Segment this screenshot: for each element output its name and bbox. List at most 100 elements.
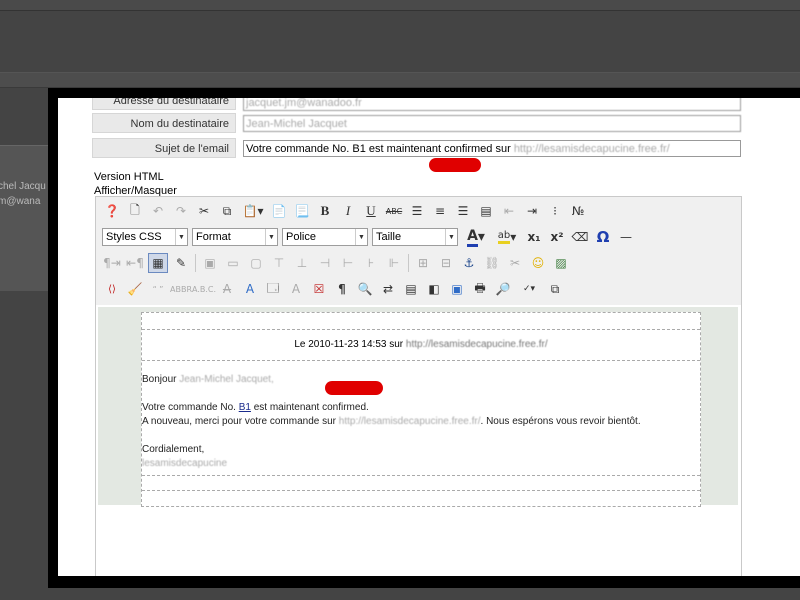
background-name-text: chel Jacqu	[0, 181, 46, 192]
recipient-address-field[interactable]: jacquet.jm@wanadoo.fr	[243, 98, 741, 111]
order-line-suffix: est maintenant confirmed.	[253, 402, 369, 413]
insert-row-before-icon[interactable]: ⊤	[269, 253, 289, 273]
paste-icon[interactable]: 📋▾	[240, 201, 266, 221]
delete-col-icon[interactable]: ⊩	[384, 253, 404, 273]
bold-icon[interactable]: B	[315, 201, 335, 221]
paste-word-icon[interactable]: 📃	[292, 201, 312, 221]
html-version-link[interactable]: Version HTML	[94, 170, 177, 184]
help-icon[interactable]: ❓	[102, 201, 122, 221]
align-center-icon[interactable]: ≡	[430, 201, 450, 221]
show-blocks-icon[interactable]: ¶	[332, 279, 352, 299]
strikethrough-icon[interactable]: ABC	[384, 201, 404, 221]
underline-icon[interactable]: U	[361, 201, 381, 221]
insert-row-after-icon[interactable]: ⊥	[292, 253, 312, 273]
undo-icon[interactable]: ↶	[148, 201, 168, 221]
align-left-icon[interactable]: ☰	[407, 201, 427, 221]
visual-aid-icon[interactable]: ⧉	[545, 279, 565, 299]
new-document-icon[interactable]: 🗋	[125, 201, 145, 221]
unlink-icon[interactable]: ✂	[505, 253, 525, 273]
rich-text-editor: ❓ 🗋 ↶ ↷ ✂ ⧉ 📋▾ 📄 📃 B I U ABC ☰ ≡ ☰ ▤ ⇤ ⇥…	[95, 196, 742, 576]
email-modal: Adresse du destinataire jacquet.jm@wanad…	[48, 88, 800, 588]
message-body: Bonjour Jean-Michel Jacquet, Votre comma…	[142, 373, 692, 471]
image-icon[interactable]: ▨	[551, 253, 571, 273]
spellcheck-icon[interactable]: ✓▾	[516, 279, 542, 299]
ins-icon[interactable]: A	[240, 279, 260, 299]
acronym-icon[interactable]: A.B.C.	[192, 279, 216, 299]
closing-line: Cordialement,	[142, 444, 205, 455]
special-char-icon[interactable]: Ω	[593, 227, 613, 247]
anchor-icon[interactable]: ⚓	[459, 253, 479, 273]
merge-cells-icon[interactable]: ⊟	[436, 253, 456, 273]
order-line: Votre commande No. B1 est maintenant con…	[142, 401, 692, 415]
insert-col-after-icon[interactable]: ⊦	[361, 253, 381, 273]
code-icon[interactable]: ⟨⟩	[102, 279, 122, 299]
cite-icon[interactable]: A	[286, 279, 306, 299]
editor-content-area[interactable]: Le 2010-11-23 14:53 sur http://lesamisde…	[96, 305, 741, 576]
fullscreen-icon[interactable]: ▣	[447, 279, 467, 299]
size-select[interactable]: Taille ▼	[372, 228, 458, 246]
del-icon[interactable]: A	[217, 279, 237, 299]
toolbar-row-4: ⟨⟩ 🧹 “ ” ABBR A.B.C. A A 🗔 A ☒ ¶ 🔍 ⇄ ▤ ◧…	[102, 277, 568, 301]
red-annotation-mark-body	[325, 381, 383, 395]
thanks-line: A nouveau, merci pour votre commande sur…	[142, 415, 692, 429]
outdent-icon[interactable]: ⇤	[499, 201, 519, 221]
rtl-icon[interactable]: ⇤¶	[125, 253, 145, 273]
format-select[interactable]: Format ▼	[192, 228, 278, 246]
delete-row-icon[interactable]: ⊣	[315, 253, 335, 273]
insert-col-before-icon[interactable]: ⊢	[338, 253, 358, 273]
subject-field[interactable]: Votre commande No. B1 est maintenant con…	[243, 140, 741, 157]
split-cells-icon[interactable]: ⊞	[413, 253, 433, 273]
paste-text-icon[interactable]: 📄	[269, 201, 289, 221]
toolbar-separator	[408, 254, 409, 272]
template-icon[interactable]: ◧	[424, 279, 444, 299]
print-icon[interactable]: 🖶	[470, 279, 490, 299]
table-props-icon[interactable]: ▣	[200, 253, 220, 273]
chevron-down-icon: ▼	[175, 229, 187, 245]
edit-icon[interactable]: ✎	[171, 253, 191, 273]
highlight-color-icon[interactable]: ab ▾	[493, 227, 521, 247]
subject-url: http://lesamisdecapucine.free.fr/	[513, 143, 670, 155]
align-right-icon[interactable]: ☰	[453, 201, 473, 221]
recipient-address-label: Adresse du destinataire	[92, 98, 236, 110]
link-icon[interactable]: ⛓	[482, 253, 502, 273]
chevron-down-icon: ▼	[445, 229, 457, 245]
table-icon[interactable]: ▦	[148, 253, 168, 273]
ltr-icon[interactable]: ¶⇥	[102, 253, 122, 273]
cut-icon[interactable]: ✂	[194, 201, 214, 221]
nonbreaking-icon[interactable]: ☒	[309, 279, 329, 299]
abbr-icon[interactable]: ABBR	[170, 279, 192, 299]
superscript-icon[interactable]: x²	[547, 227, 567, 247]
recipient-name-field[interactable]: Jean-Michel Jacquet	[243, 115, 741, 132]
eraser-icon[interactable]: ⌫	[570, 227, 590, 247]
subscript-icon[interactable]: x₁	[524, 227, 544, 247]
preview-icon[interactable]: 🔎	[493, 279, 513, 299]
indent-icon[interactable]: ⇥	[522, 201, 542, 221]
font-select[interactable]: Police ▼	[282, 228, 368, 246]
numbered-list-icon[interactable]: №	[568, 201, 588, 221]
bullet-list-icon[interactable]: ⁝	[545, 201, 565, 221]
horizontal-rule-icon[interactable]: —	[616, 227, 636, 247]
emoticon-icon[interactable]: ☺	[528, 253, 548, 273]
greeting-text: Bonjour	[142, 374, 177, 385]
cell-props-icon[interactable]: ▢	[246, 253, 266, 273]
quote-icon[interactable]: “ ”	[148, 279, 168, 299]
justify-icon[interactable]: ▤	[476, 201, 496, 221]
attributes-icon[interactable]: 🗔	[263, 279, 283, 299]
row-props-icon[interactable]: ▭	[223, 253, 243, 273]
replace-icon[interactable]: ⇄	[378, 279, 398, 299]
background-email-text: m@wana	[0, 196, 41, 207]
view-links: Version HTML Afficher/Masquer	[94, 170, 177, 198]
search-icon[interactable]: 🔍	[355, 279, 375, 299]
cleanup-icon[interactable]: 🧹	[125, 279, 145, 299]
styles-css-select[interactable]: Styles CSS ▼	[102, 228, 188, 246]
redo-icon[interactable]: ↷	[171, 201, 191, 221]
copy-icon[interactable]: ⧉	[217, 201, 237, 221]
italic-icon[interactable]: I	[338, 201, 358, 221]
font-label: Police	[286, 231, 316, 243]
order-number-link[interactable]: B1	[239, 402, 251, 413]
text-color-icon[interactable]: A ▾	[462, 227, 490, 247]
red-annotation-mark	[429, 158, 481, 172]
layer-icon[interactable]: ▤	[401, 279, 421, 299]
